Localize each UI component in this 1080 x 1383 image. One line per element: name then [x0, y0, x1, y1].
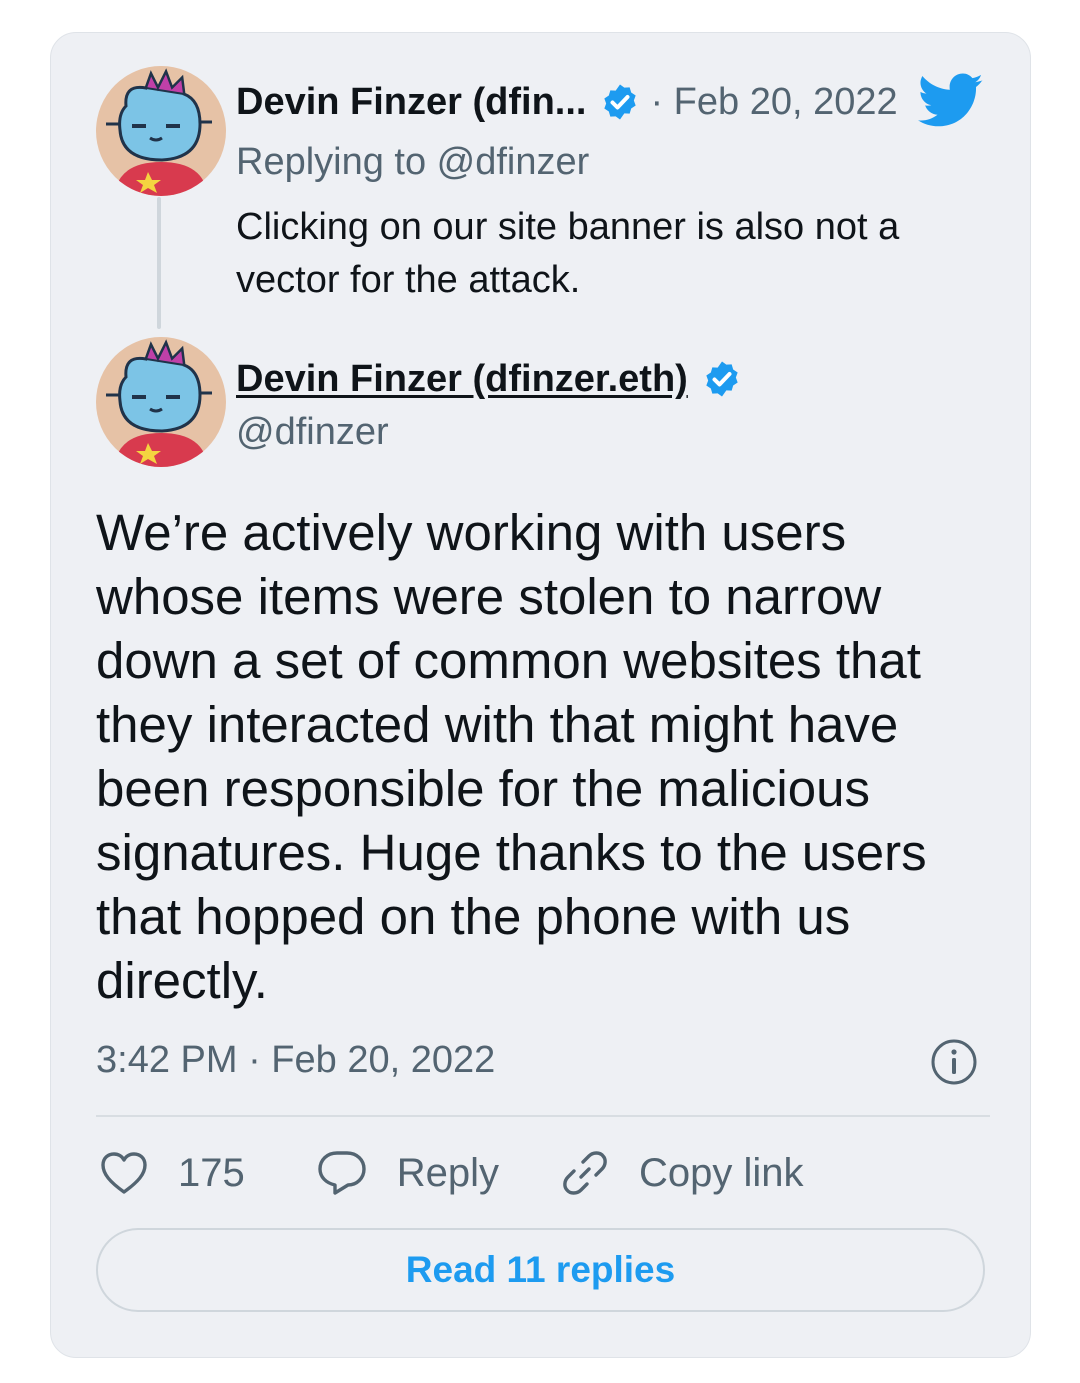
thread-connector-line: [157, 197, 161, 329]
divider: [96, 1115, 990, 1117]
author-handle[interactable]: @dfinzer: [236, 411, 389, 454]
action-bar: 175 Reply Copy link: [100, 1143, 804, 1203]
avatar[interactable]: [96, 66, 226, 196]
author-name[interactable]: Devin Finzer (dfinzer.eth): [236, 358, 688, 401]
reply-label: Reply: [396, 1150, 500, 1195]
verified-badge-icon: [600, 82, 640, 122]
reply-button[interactable]: Reply: [317, 1149, 499, 1197]
info-icon[interactable]: [930, 1038, 978, 1086]
author-name[interactable]: Devin Finzer (dfin...: [236, 81, 586, 124]
like-button[interactable]: 175: [100, 1151, 245, 1196]
verified-badge-icon: [702, 359, 742, 399]
speech-bubble-icon: [317, 1149, 367, 1197]
read-replies-button[interactable]: Read 11 replies: [96, 1228, 985, 1312]
replying-to-label[interactable]: Replying to @dfinzer: [236, 141, 589, 184]
copy-link-button[interactable]: Copy link: [561, 1149, 804, 1197]
heart-icon: [100, 1151, 148, 1195]
reply-tweet-text: Clicking on our site banner is also not …: [236, 206, 900, 301]
link-icon: [561, 1149, 609, 1197]
reply-tweet-header: Devin Finzer (dfin... · Feb 20, 2022: [236, 79, 898, 125]
tweet-card: Devin Finzer (dfin... · Feb 20, 2022 Rep…: [50, 32, 1031, 1358]
main-tweet-text: We’re actively working with users whose …: [96, 504, 927, 1009]
like-count: 175: [178, 1150, 245, 1195]
copy-link-label: Copy link: [639, 1150, 804, 1195]
tweet-date[interactable]: · Feb 20, 2022: [650, 81, 897, 124]
avatar[interactable]: [96, 337, 226, 467]
tweet-timestamp[interactable]: 3:42 PM · Feb 20, 2022: [96, 1039, 495, 1082]
twitter-bird-icon[interactable]: [918, 73, 984, 129]
main-tweet-header: Devin Finzer (dfinzer.eth): [236, 355, 742, 403]
